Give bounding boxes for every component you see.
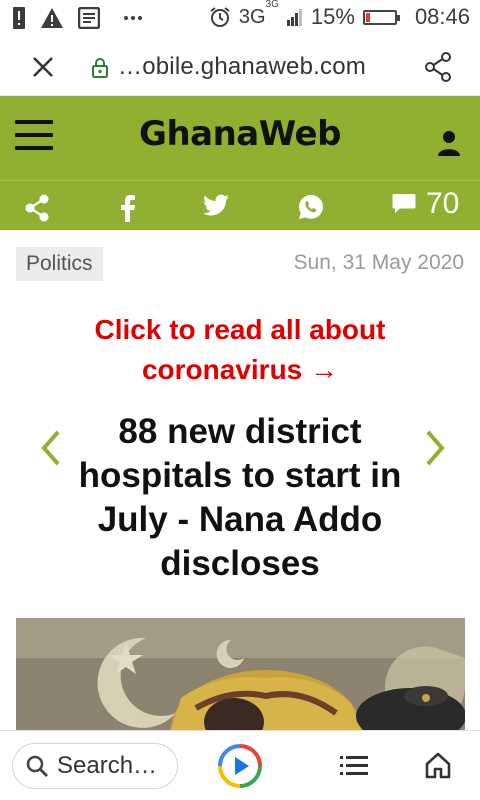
category-tag[interactable]: Politics xyxy=(16,247,103,281)
alert-icon xyxy=(13,7,25,29)
battery-percent: 15% xyxy=(310,4,355,29)
close-icon[interactable] xyxy=(28,52,58,82)
more-notifications-icon xyxy=(124,16,142,20)
user-icon[interactable] xyxy=(437,130,461,156)
share-icon[interactable] xyxy=(24,194,50,222)
clock: 08:46 xyxy=(414,4,470,29)
list-icon[interactable] xyxy=(340,755,368,775)
status-bar: 3G3G 15% 08:46 xyxy=(0,0,480,38)
twitter-icon[interactable] xyxy=(202,194,230,218)
media-play-icon[interactable] xyxy=(217,743,263,789)
search-icon xyxy=(26,755,49,778)
warning-icon xyxy=(41,8,63,28)
comment-counter[interactable]: 70 xyxy=(392,187,459,221)
social-bar: 70 xyxy=(0,180,480,230)
coronavirus-link-line1: Click to read all about xyxy=(94,314,386,345)
comment-count: 70 xyxy=(426,187,460,220)
facebook-icon[interactable] xyxy=(118,194,136,222)
signal-icon xyxy=(286,9,302,26)
site-header: GhanaWeb xyxy=(0,96,480,180)
search-input[interactable]: Search… xyxy=(12,743,178,789)
next-article-icon[interactable] xyxy=(420,428,450,468)
coronavirus-link[interactable]: Click to read all about coronavirus → xyxy=(0,310,480,390)
url-bar: …obile.ghanaweb.com xyxy=(0,38,480,96)
url-text[interactable]: …obile.ghanaweb.com xyxy=(118,53,366,81)
coronavirus-link-line2: coronavirus → xyxy=(141,354,339,385)
battery-icon xyxy=(362,9,400,25)
lock-icon xyxy=(92,58,108,78)
whatsapp-icon[interactable] xyxy=(298,194,324,220)
system-status: 3G3G 15% 08:46 xyxy=(209,0,470,30)
comment-icon xyxy=(392,194,416,213)
article-photo xyxy=(16,618,465,730)
alarm-icon xyxy=(210,7,230,27)
document-icon xyxy=(78,7,100,29)
share-icon[interactable] xyxy=(424,52,452,82)
notification-icons xyxy=(12,7,144,29)
browser-bottom-bar: Search… xyxy=(0,730,480,800)
article-headline: 88 new district hospitals to start in Ju… xyxy=(78,412,402,583)
home-icon[interactable] xyxy=(424,751,452,779)
article-date: Sun, 31 May 2020 xyxy=(293,251,464,274)
previous-article-icon[interactable] xyxy=(36,428,66,468)
search-placeholder: Search… xyxy=(57,752,158,779)
network-type: 3G3G xyxy=(238,0,279,28)
site-logo[interactable]: GhanaWeb xyxy=(0,114,480,154)
article-image[interactable] xyxy=(16,618,465,730)
